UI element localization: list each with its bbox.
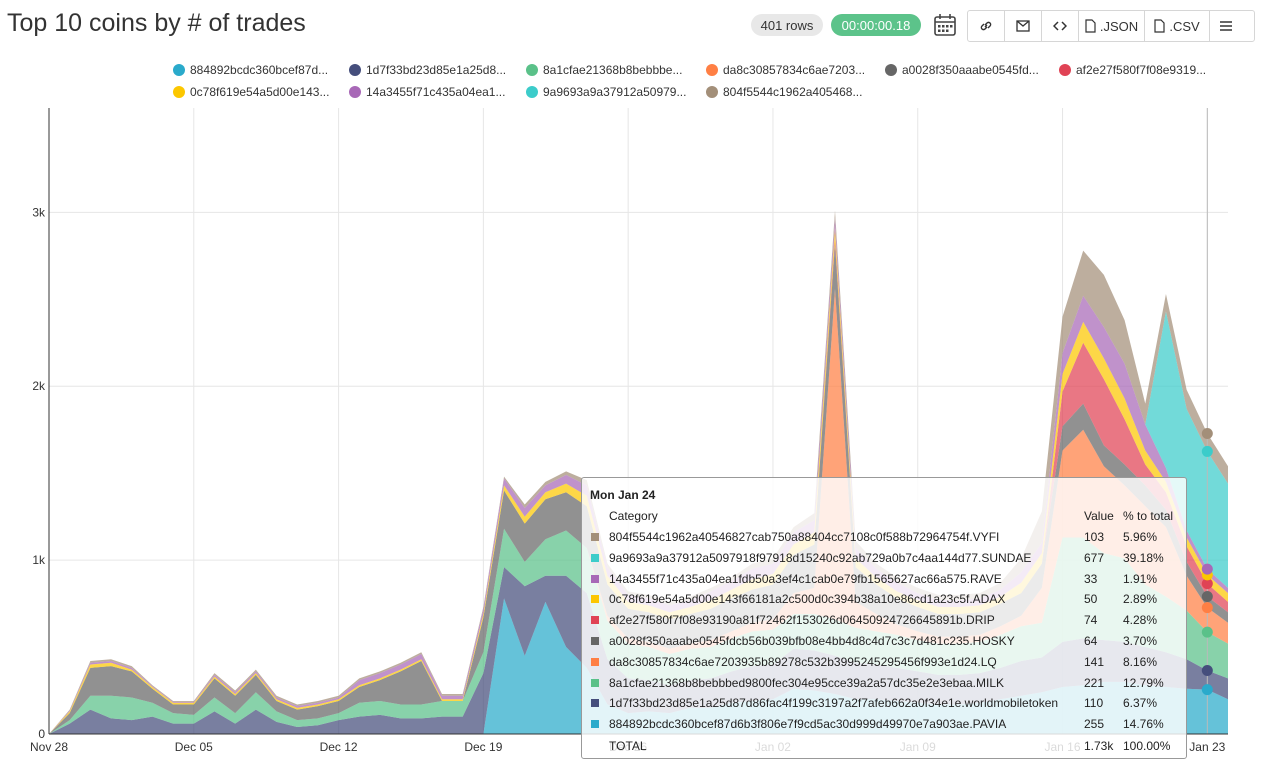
tooltip-category: af2e27f580f7f08e93190a81f72462f153026d06… <box>609 613 995 628</box>
tooltip-value: 255 <box>1084 717 1105 732</box>
tooltip-row: 9a9693a9a37912a5097918f97918d15240c92ab7… <box>582 549 1186 569</box>
tooltip-category: a0028f350aaabe0545fdcb56b039bfb08e4bb4d8… <box>609 634 1015 648</box>
tooltip-row: 8a1cfae21368b8bebbbed9800fec304e95cce39a… <box>582 674 1186 694</box>
hover-marker <box>1201 602 1213 614</box>
tooltip-category: 804f5544c1962a40546827cab750a88404cc7108… <box>609 530 1000 544</box>
tooltip-value: 103 <box>1084 530 1105 544</box>
x-tick-label: Dec 05 <box>175 740 213 754</box>
y-tick-label: 2k <box>32 379 46 393</box>
tooltip-value: 110 <box>1084 696 1104 711</box>
tooltip-value: 50 <box>1084 592 1098 607</box>
tooltip-pct: 6.37% <box>1123 696 1158 711</box>
tooltip-col-pct: % to total <box>1123 509 1174 523</box>
tooltip-col-value: Value <box>1084 509 1114 523</box>
hover-marker <box>1201 428 1213 440</box>
tooltip-value: 64 <box>1084 634 1098 648</box>
tooltip-category: 9a9693a9a37912a5097918f97918d15240c92ab7… <box>609 550 1032 565</box>
tooltip-category: 14a3455f71c435a04ea1fdb50a3ef4c1cab0e79f… <box>609 571 1002 586</box>
tooltip-pct: 14.76% <box>1123 717 1164 732</box>
tooltip-pct: 5.96% <box>1123 530 1158 544</box>
tooltip-pct: 8.16% <box>1123 654 1158 669</box>
x-tick-label: Nov 28 <box>30 740 68 754</box>
hover-marker <box>1201 626 1213 638</box>
tooltip-date: Mon Jan 24 <box>590 488 656 502</box>
tooltip-value: 221 <box>1084 675 1105 690</box>
tooltip-row: da8c30857834c6ae7203935b89278c532b399524… <box>582 653 1186 673</box>
tooltip-row: 884892bcdc360bcef87d6b3f806e7f9cd5ac30d9… <box>582 715 1186 735</box>
hover-marker <box>1201 590 1213 602</box>
tooltip-category: 8a1cfae21368b8bebbbed9800fec304e95cce39a… <box>609 675 1005 690</box>
tooltip-total-label: TOTAL <box>609 739 647 753</box>
tooltip-row: 804f5544c1962a40546827cab750a88404cc7108… <box>582 528 1186 548</box>
x-tick-label: Dec 19 <box>464 740 502 754</box>
y-tick-label: 3k <box>32 205 46 219</box>
tooltip-pct: 2.89% <box>1123 592 1158 607</box>
tooltip-value: 74 <box>1084 613 1098 628</box>
tooltip-category: da8c30857834c6ae7203935b89278c532b399524… <box>609 654 997 669</box>
tooltip-swatch <box>591 553 599 562</box>
tooltip-total-row: TOTAL 1.73k 100.00% <box>582 737 1186 757</box>
tooltip-total-value: 1.73k <box>1084 739 1114 753</box>
x-tick-label: Dec 12 <box>320 740 358 754</box>
data-tooltip: Mon Jan 24 Category Value % to total 804… <box>581 477 1187 759</box>
tooltip-row: 0c78f619e54a5d00e143f66181a2c500d0c394b3… <box>582 590 1186 610</box>
tooltip-category: 1d7f33bd23d85e1a25d87d86fac4f199c3197a2f… <box>609 696 1059 711</box>
hover-marker <box>1201 684 1213 696</box>
tooltip-swatch <box>591 678 599 687</box>
tooltip-value: 677 <box>1084 550 1105 565</box>
tooltip-pct: 39.18% <box>1123 550 1164 565</box>
tooltip-pct: 4.28% <box>1123 613 1158 628</box>
tooltip-row: 14a3455f71c435a04ea1fdb50a3ef4c1cab0e79f… <box>582 570 1186 590</box>
tooltip-swatch <box>591 720 599 729</box>
tooltip-swatch <box>591 616 599 625</box>
tooltip-pct: 3.70% <box>1123 634 1158 648</box>
tooltip-col-category: Category <box>609 509 658 523</box>
tooltip-swatch <box>591 533 599 541</box>
tooltip-swatch <box>591 574 599 583</box>
x-tick-label: Jan 23 <box>1189 740 1225 754</box>
y-tick-label: 1k <box>32 553 46 567</box>
tooltip-row: af2e27f580f7f08e93190a81f72462f153026d06… <box>582 611 1186 631</box>
hover-marker <box>1201 563 1213 575</box>
tooltip-category: 0c78f619e54a5d00e143f66181a2c500d0c394b3… <box>609 592 1006 607</box>
y-tick-label: 0 <box>38 727 45 741</box>
tooltip-category: 884892bcdc360bcef87d6b3f806e7f9cd5ac30d9… <box>609 717 1007 732</box>
tooltip-pct: 12.79% <box>1123 675 1164 690</box>
tooltip-row: a0028f350aaabe0545fdcb56b039bfb08e4bb4d8… <box>582 632 1186 652</box>
tooltip-header-row: Category Value % to total <box>582 507 1186 527</box>
tooltip-swatch <box>591 657 599 666</box>
tooltip-pct: 1.91% <box>1123 571 1158 586</box>
tooltip-value: 33 <box>1084 571 1098 586</box>
tooltip-row: 1d7f33bd23d85e1a25d87d86fac4f199c3197a2f… <box>582 694 1186 714</box>
hover-marker <box>1201 665 1213 677</box>
hover-marker <box>1201 445 1213 457</box>
tooltip-swatch <box>591 637 599 645</box>
tooltip-total-pct: 100.00% <box>1123 739 1171 753</box>
tooltip-swatch <box>591 595 599 604</box>
tooltip-value: 141 <box>1084 654 1105 669</box>
tooltip-swatch <box>591 699 599 708</box>
